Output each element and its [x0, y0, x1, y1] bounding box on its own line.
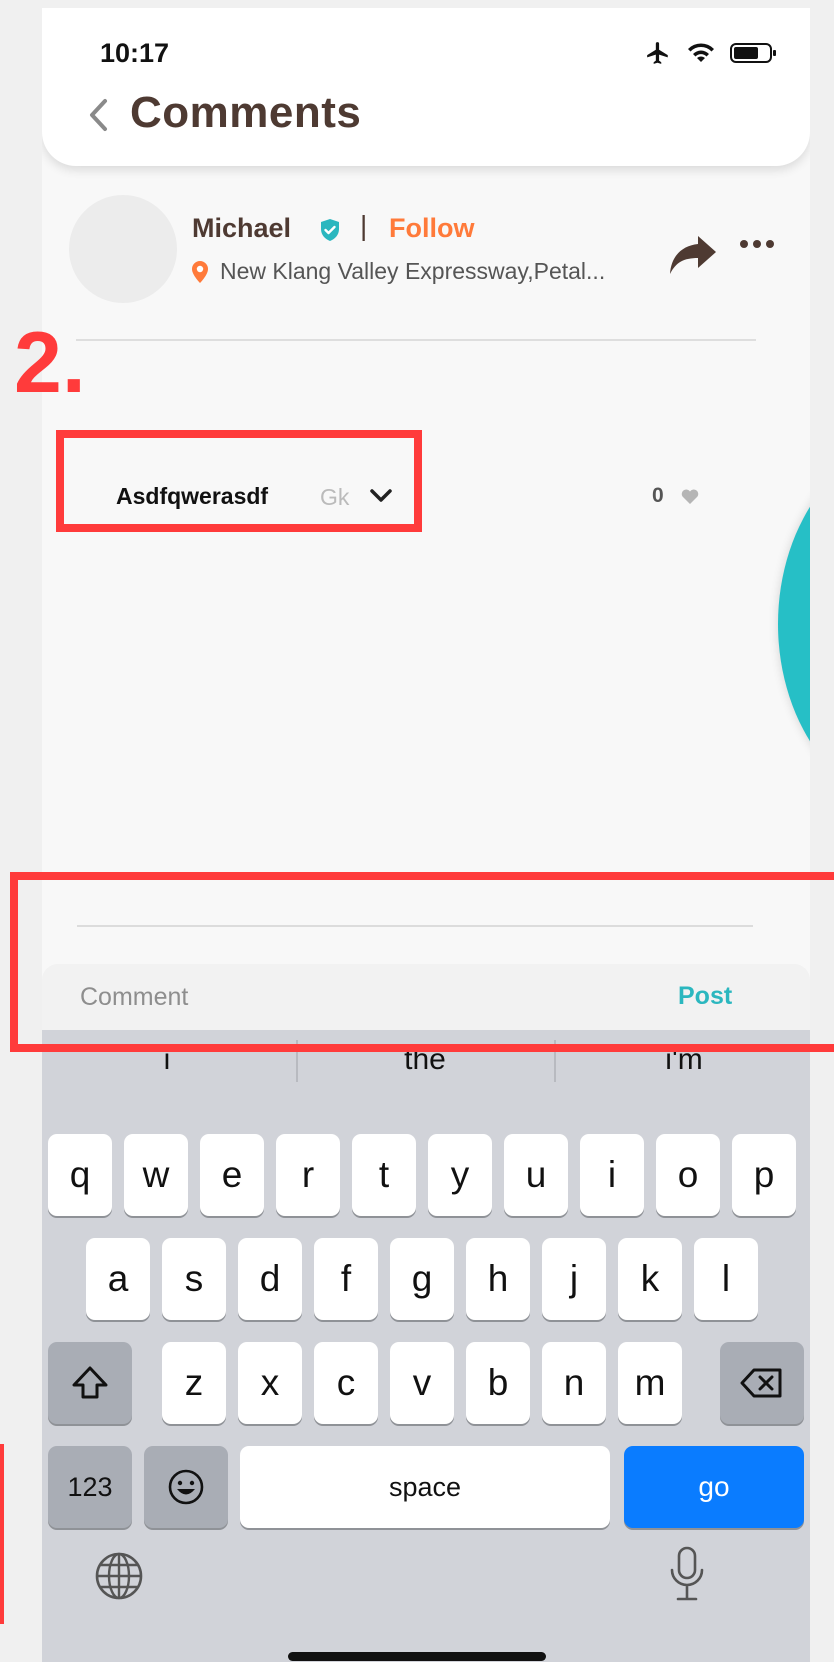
status-time: 10:17	[100, 38, 170, 68]
back-button[interactable]	[78, 92, 118, 138]
app-header: 10:17 Comments	[42, 8, 810, 166]
onscreen-keyboard: i the i'm q w e r t y u i o p a s d f g …	[42, 1030, 810, 1662]
wifi-icon	[688, 43, 714, 62]
key-t[interactable]: t	[352, 1134, 416, 1216]
key-u[interactable]: u	[504, 1134, 568, 1216]
location-pin-icon	[192, 261, 208, 283]
key-c[interactable]: c	[314, 1342, 378, 1424]
shift-key[interactable]	[48, 1342, 132, 1424]
verified-badge-icon	[321, 219, 339, 241]
annotation-highlight-box	[56, 430, 422, 532]
backspace-icon	[740, 1368, 782, 1398]
airplane-icon	[647, 42, 668, 64]
key-r[interactable]: r	[276, 1134, 340, 1216]
heart-icon[interactable]	[680, 487, 700, 505]
key-z[interactable]: z	[162, 1342, 226, 1424]
follow-button[interactable]: Follow	[389, 213, 474, 244]
key-b[interactable]: b	[466, 1342, 530, 1424]
author-name[interactable]: Michael	[192, 213, 291, 244]
key-q[interactable]: q	[48, 1134, 112, 1216]
key-f[interactable]: f	[314, 1238, 378, 1320]
emoji-icon	[168, 1469, 204, 1505]
key-y[interactable]: y	[428, 1134, 492, 1216]
phone-screen: 10:17 Comments Michael | Follow New Klan…	[42, 8, 810, 1662]
key-k[interactable]: k	[618, 1238, 682, 1320]
globe-icon[interactable]	[94, 1551, 144, 1601]
key-a[interactable]: a	[86, 1238, 150, 1320]
key-x[interactable]: x	[238, 1342, 302, 1424]
annotation-highlight-box	[10, 872, 834, 1052]
emoji-key[interactable]	[144, 1446, 228, 1528]
shift-arrow-icon	[72, 1366, 108, 1399]
divider	[76, 339, 756, 341]
annotation-step-number: 2.	[14, 315, 86, 411]
key-n[interactable]: n	[542, 1342, 606, 1424]
key-m[interactable]: m	[618, 1342, 682, 1424]
key-h[interactable]: h	[466, 1238, 530, 1320]
key-o[interactable]: o	[656, 1134, 720, 1216]
key-e[interactable]: e	[200, 1134, 264, 1216]
go-key[interactable]: go	[624, 1446, 804, 1528]
key-l[interactable]: l	[694, 1238, 758, 1320]
chevron-left-icon	[90, 99, 107, 131]
status-icons	[644, 38, 778, 68]
annotation-marker-line	[0, 1444, 4, 1624]
like-count: 0	[652, 484, 664, 507]
key-s[interactable]: s	[162, 1238, 226, 1320]
numbers-key[interactable]: 123	[48, 1446, 132, 1528]
name-separator: |	[360, 210, 368, 241]
key-p[interactable]: p	[732, 1134, 796, 1216]
share-icon[interactable]	[668, 232, 718, 276]
key-j[interactable]: j	[542, 1238, 606, 1320]
home-indicator	[288, 1652, 546, 1661]
microphone-icon[interactable]	[668, 1546, 706, 1602]
key-d[interactable]: d	[238, 1238, 302, 1320]
floating-action-circle[interactable]	[778, 434, 810, 814]
space-key[interactable]: space	[240, 1446, 610, 1528]
key-i[interactable]: i	[580, 1134, 644, 1216]
key-w[interactable]: w	[124, 1134, 188, 1216]
page-title: Comments	[130, 88, 362, 137]
post-location: New Klang Valley Expressway,Petal...	[220, 258, 606, 284]
more-options-icon[interactable]	[740, 234, 780, 254]
key-g[interactable]: g	[390, 1238, 454, 1320]
backspace-key[interactable]	[720, 1342, 804, 1424]
key-v[interactable]: v	[390, 1342, 454, 1424]
battery-icon	[730, 43, 776, 63]
author-avatar[interactable]	[69, 195, 177, 303]
